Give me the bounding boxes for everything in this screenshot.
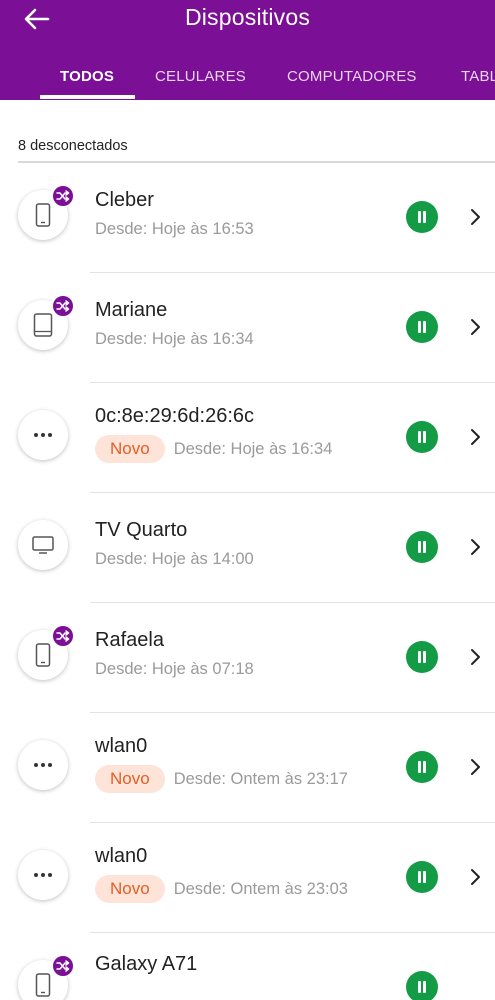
pause-icon bbox=[418, 981, 426, 993]
device-since: Desde: Hoje às 16:34 bbox=[95, 330, 254, 348]
tab-tablets[interactable]: TABL bbox=[461, 52, 495, 100]
device-since-row: Novo Desde: Ontem às 23:03 bbox=[95, 875, 348, 903]
device-name: Rafaela bbox=[95, 629, 164, 651]
section-header: 8 desconectados bbox=[18, 138, 128, 154]
pause-icon bbox=[418, 211, 426, 223]
device-since: Desde: Ontem às 23:17 bbox=[173, 769, 348, 788]
tab-bar: TODOS CELULARES COMPUTADORES TABL bbox=[0, 52, 495, 100]
chevron-right-icon[interactable] bbox=[468, 538, 482, 556]
shuffle-icon bbox=[56, 300, 70, 312]
shuffle-icon bbox=[56, 630, 70, 642]
more-horizontal-icon bbox=[34, 873, 52, 877]
pause-icon bbox=[418, 431, 426, 443]
smartphone-icon bbox=[35, 973, 51, 997]
tab-celulares[interactable]: CELULARES bbox=[155, 52, 246, 100]
shared-badge bbox=[51, 294, 75, 318]
device-since: Desde: Hoje às 07:18 bbox=[95, 660, 254, 678]
device-avatar bbox=[18, 410, 68, 460]
chevron-right-icon[interactable] bbox=[468, 868, 482, 886]
device-name: Cleber bbox=[95, 189, 154, 211]
device-row[interactable]: wlan0 Novo Desde: Ontem às 23:03 bbox=[0, 823, 495, 933]
pause-button[interactable] bbox=[406, 641, 438, 673]
device-name: TV Quarto bbox=[95, 519, 188, 541]
device-since-row: Novo Desde: Hoje às 16:34 bbox=[95, 435, 332, 463]
app-bar: Dispositivos TODOS CELULARES COMPUTADORE… bbox=[0, 0, 495, 100]
device-row[interactable]: Galaxy A71 bbox=[0, 933, 495, 1000]
tab-computadores[interactable]: COMPUTADORES bbox=[287, 52, 417, 100]
pause-button[interactable] bbox=[406, 201, 438, 233]
pause-button[interactable] bbox=[406, 971, 438, 1000]
device-row[interactable]: Cleber Desde: Hoje às 16:53 bbox=[0, 163, 495, 273]
pause-icon bbox=[418, 871, 426, 883]
device-since: Desde: Ontem às 23:03 bbox=[173, 879, 348, 898]
new-badge: Novo bbox=[95, 875, 165, 903]
device-avatar bbox=[18, 520, 68, 570]
chevron-right-icon[interactable] bbox=[468, 428, 482, 446]
device-since: Desde: Hoje às 14:00 bbox=[95, 550, 254, 568]
device-name: Galaxy A71 bbox=[95, 953, 198, 975]
chevron-right-icon[interactable] bbox=[468, 208, 482, 226]
device-row[interactable]: wlan0 Novo Desde: Ontem às 23:17 bbox=[0, 713, 495, 823]
active-tab-indicator bbox=[40, 95, 135, 99]
chevron-right-icon[interactable] bbox=[468, 758, 482, 776]
page-title: Dispositivos bbox=[184, 4, 311, 30]
shared-badge bbox=[51, 184, 75, 208]
shared-badge bbox=[51, 954, 75, 978]
pause-button[interactable] bbox=[406, 861, 438, 893]
tv-icon bbox=[32, 536, 54, 554]
pause-icon bbox=[418, 761, 426, 773]
device-avatar bbox=[18, 850, 68, 900]
more-horizontal-icon bbox=[34, 433, 52, 437]
new-badge: Novo bbox=[95, 435, 165, 463]
device-row[interactable]: Mariane Desde: Hoje às 16:34 bbox=[0, 273, 495, 383]
chevron-right-icon[interactable] bbox=[468, 648, 482, 666]
device-since-row: Novo Desde: Ontem às 23:17 bbox=[95, 765, 348, 793]
pause-button[interactable] bbox=[406, 751, 438, 783]
pause-button[interactable] bbox=[406, 421, 438, 453]
tab-todos[interactable]: TODOS bbox=[60, 52, 114, 100]
more-horizontal-icon bbox=[34, 763, 52, 767]
shuffle-icon bbox=[56, 190, 70, 202]
device-since: Desde: Hoje às 16:34 bbox=[173, 439, 333, 458]
pause-button[interactable] bbox=[406, 311, 438, 343]
device-list: Cleber Desde: Hoje às 16:53 Mariane Desd… bbox=[0, 163, 495, 1000]
device-name: 0c:8e:29:6d:26:6c bbox=[95, 405, 255, 427]
pause-icon bbox=[418, 651, 426, 663]
device-avatar bbox=[18, 740, 68, 790]
new-badge: Novo bbox=[95, 765, 165, 793]
device-row[interactable]: TV Quarto Desde: Hoje às 14:00 bbox=[0, 493, 495, 603]
pause-icon bbox=[418, 321, 426, 333]
tablet-icon bbox=[33, 313, 53, 337]
pause-button[interactable] bbox=[406, 531, 438, 563]
smartphone-icon bbox=[35, 203, 51, 227]
shared-badge bbox=[51, 624, 75, 648]
chevron-right-icon[interactable] bbox=[468, 318, 482, 336]
device-name: wlan0 bbox=[95, 735, 148, 757]
device-row[interactable]: 0c:8e:29:6d:26:6c Novo Desde: Hoje às 16… bbox=[0, 383, 495, 493]
device-name: wlan0 bbox=[95, 845, 148, 867]
device-name: Mariane bbox=[95, 299, 168, 321]
device-since: Desde: Hoje às 16:53 bbox=[95, 220, 254, 238]
device-row[interactable]: Rafaela Desde: Hoje às 07:18 bbox=[0, 603, 495, 713]
smartphone-icon bbox=[35, 643, 51, 667]
pause-icon bbox=[418, 541, 426, 553]
shuffle-icon bbox=[56, 960, 70, 972]
